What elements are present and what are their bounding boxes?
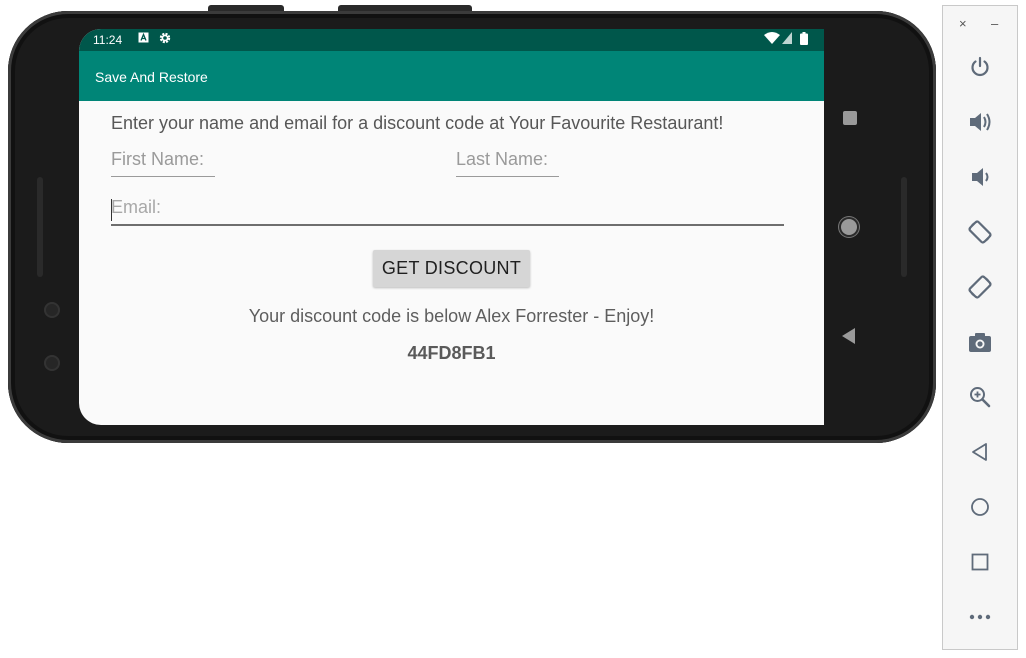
first-name-underline bbox=[111, 176, 215, 177]
more-icon bbox=[969, 614, 991, 620]
get-discount-button[interactable]: GET DISCOUNT bbox=[373, 250, 530, 287]
discount-message: Your discount code is below Alex Forrest… bbox=[248, 306, 655, 326]
rotate-left-button[interactable] bbox=[965, 217, 995, 247]
prompt-text: Enter your name and email for a discount… bbox=[111, 113, 724, 133]
volume-down-icon bbox=[972, 168, 989, 186]
rotate-right-button[interactable] bbox=[965, 272, 995, 302]
speaker-grille bbox=[901, 177, 907, 277]
last-name-input[interactable]: Last Name: bbox=[456, 149, 559, 177]
device-screen: 11:24 Save And Restore Enter your name a… bbox=[79, 29, 824, 425]
battery-icon bbox=[800, 32, 808, 45]
volume-up-button[interactable] bbox=[965, 107, 995, 137]
email-underline bbox=[111, 224, 784, 226]
emulator-toolbar: × – bbox=[942, 5, 1018, 650]
email-placeholder: Email: bbox=[111, 197, 162, 217]
first-name-input[interactable]: First Name: bbox=[111, 149, 215, 177]
back-icon bbox=[972, 443, 987, 461]
zoom-button[interactable] bbox=[965, 382, 995, 412]
back-button[interactable] bbox=[965, 437, 995, 467]
screenshot-button[interactable] bbox=[965, 327, 995, 357]
form-content: Enter your name and email for a discount… bbox=[79, 101, 824, 425]
rotate-left-icon bbox=[968, 220, 992, 244]
speaker-grille bbox=[37, 177, 43, 277]
home-button[interactable] bbox=[965, 492, 995, 522]
sensor-dot bbox=[44, 302, 60, 318]
close-window-button[interactable]: × bbox=[959, 16, 967, 31]
sensor-dot bbox=[44, 355, 60, 371]
status-bar: 11:24 bbox=[79, 29, 824, 51]
overview-button[interactable] bbox=[965, 547, 995, 577]
volume-up-icon bbox=[970, 113, 991, 131]
home-nav-button[interactable] bbox=[841, 219, 857, 235]
home-icon bbox=[971, 498, 989, 516]
last-name-placeholder: Last Name: bbox=[456, 149, 549, 169]
phone-top-button bbox=[338, 5, 472, 11]
settings-gear-icon bbox=[159, 32, 171, 44]
app-title: Save And Restore bbox=[95, 69, 208, 85]
back-nav-button[interactable] bbox=[842, 328, 856, 344]
minimize-window-button[interactable]: – bbox=[991, 16, 998, 31]
last-name-underline bbox=[456, 176, 559, 177]
a-notification-icon bbox=[138, 32, 149, 43]
zoom-icon bbox=[970, 387, 991, 408]
power-icon bbox=[971, 56, 989, 77]
overview-nav-button[interactable] bbox=[843, 111, 857, 125]
overview-icon bbox=[971, 553, 989, 571]
camera-icon bbox=[969, 333, 991, 352]
first-name-placeholder: First Name: bbox=[111, 149, 205, 169]
app-bar: Save And Restore bbox=[79, 51, 824, 101]
email-input[interactable]: Email: bbox=[111, 197, 784, 226]
rotate-right-icon bbox=[968, 275, 992, 299]
phone-top-button bbox=[208, 5, 284, 11]
status-time: 11:24 bbox=[93, 33, 123, 47]
power-button[interactable] bbox=[965, 52, 995, 82]
wifi-icon bbox=[764, 32, 780, 44]
volume-down-button[interactable] bbox=[965, 162, 995, 192]
signal-icon bbox=[782, 32, 792, 44]
text-cursor bbox=[111, 199, 112, 221]
more-button[interactable] bbox=[965, 602, 995, 632]
discount-code: 44FD8FB1 bbox=[407, 343, 496, 363]
